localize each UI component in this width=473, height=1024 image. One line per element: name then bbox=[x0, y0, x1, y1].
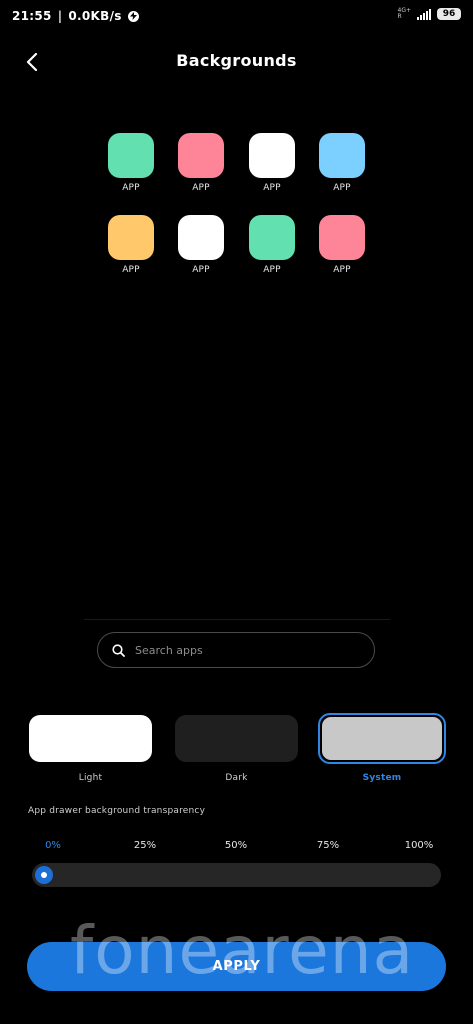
theme-option-dark-label: Dark bbox=[225, 773, 248, 783]
app-label: APP bbox=[263, 183, 281, 193]
tick-label: 50% bbox=[224, 840, 248, 851]
network-type: 4G+ R bbox=[397, 7, 412, 20]
preview-tile: APP bbox=[108, 133, 154, 193]
app-icon-preview bbox=[178, 133, 224, 178]
apply-button[interactable]: APPLY bbox=[27, 942, 446, 991]
app-label: APP bbox=[122, 183, 140, 193]
app-icon-preview bbox=[319, 215, 365, 260]
theme-option-light-label: Light bbox=[78, 773, 103, 783]
theme-option-system-swatch bbox=[322, 717, 442, 760]
status-separator: | bbox=[57, 9, 63, 23]
app-icon-preview bbox=[108, 133, 154, 178]
network-speed: 0.0KB/s bbox=[68, 9, 122, 23]
app-label: APP bbox=[192, 183, 210, 193]
preview-tile: APP bbox=[108, 215, 154, 275]
app-icon-preview bbox=[249, 215, 295, 260]
tick-label: 100% bbox=[404, 840, 434, 851]
app-label: APP bbox=[263, 265, 281, 275]
search-apps-input[interactable]: Search apps bbox=[97, 632, 375, 668]
theme-option-light[interactable] bbox=[29, 715, 152, 762]
app-label: APP bbox=[333, 265, 351, 275]
search-icon bbox=[112, 643, 125, 657]
transparency-label: App drawer background transparency bbox=[28, 806, 206, 816]
theme-option-system[interactable] bbox=[318, 713, 446, 764]
app-icon-preview bbox=[249, 133, 295, 178]
signal-icon bbox=[417, 8, 431, 20]
preview-tile: APP bbox=[178, 133, 224, 193]
slider-thumb[interactable] bbox=[35, 866, 53, 884]
battery-indicator: 96 bbox=[437, 8, 461, 20]
preview-tile: APP bbox=[178, 215, 224, 275]
status-left: 21:55 | 0.0KB/s bbox=[12, 9, 139, 23]
transparency-slider[interactable] bbox=[32, 863, 441, 887]
page-title: Backgrounds bbox=[176, 51, 297, 70]
tick-label: 75% bbox=[316, 840, 340, 851]
theme-option-dark[interactable] bbox=[175, 715, 298, 762]
status-bar: 21:55 | 0.0KB/s 4G+ R 96 bbox=[0, 0, 473, 34]
preview-tile: APP bbox=[249, 133, 295, 193]
tick-label: 0% bbox=[45, 840, 61, 851]
preview-tile: APP bbox=[319, 215, 365, 275]
app-label: APP bbox=[333, 183, 351, 193]
preview-tile: APP bbox=[319, 133, 365, 193]
app-label: APP bbox=[192, 265, 210, 275]
app-icon-preview bbox=[319, 133, 365, 178]
app-icon-preview bbox=[108, 215, 154, 260]
app-label: APP bbox=[122, 265, 140, 275]
tick-label: 25% bbox=[133, 840, 157, 851]
app-icon-preview bbox=[178, 215, 224, 260]
divider bbox=[84, 619, 390, 620]
search-placeholder: Search apps bbox=[135, 643, 203, 657]
theme-option-system-label: System bbox=[362, 773, 402, 783]
status-time: 21:55 bbox=[12, 9, 52, 23]
data-saver-icon bbox=[127, 10, 139, 22]
preview-tile: APP bbox=[249, 215, 295, 275]
status-right: 4G+ R 96 bbox=[397, 7, 461, 20]
